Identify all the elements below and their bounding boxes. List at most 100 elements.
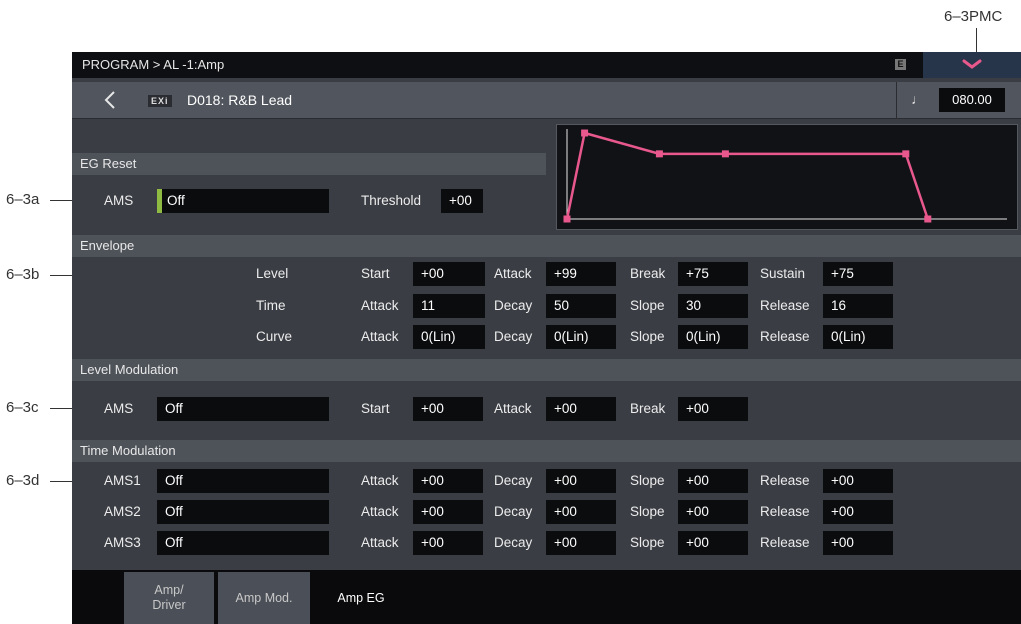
envelope-param-field[interactable]: 16 — [823, 294, 893, 318]
section-level-mod-title: Level Modulation — [80, 362, 179, 377]
envelope-param-field[interactable]: 0(Lin) — [413, 325, 485, 349]
level-mod-param-label: Attack — [494, 401, 532, 416]
envelope-param-label: Decay — [494, 329, 533, 344]
tempo-field[interactable]: 080.00 — [939, 88, 1005, 112]
title-bar: PROGRAM > AL -1:Amp E — [72, 52, 1021, 78]
level-mod-ams-label: AMS — [104, 401, 134, 416]
level-mod-param-field[interactable]: +00 — [413, 397, 483, 421]
time-mod-param-label: Slope — [630, 535, 665, 550]
callout-6-3a: 6–3a — [6, 191, 40, 208]
section-envelope: Envelope — [72, 235, 1021, 257]
threshold-field[interactable]: +00 — [441, 189, 483, 213]
time-mod-param-label: Attack — [361, 473, 399, 488]
program-bar: EXi D018: R&B Lead ♩ 080.00 — [72, 82, 1021, 119]
time-mod-param-label: Release — [760, 473, 810, 488]
time-mod-param-label: Release — [760, 535, 810, 550]
callout-6-3d: 6–3d — [6, 472, 40, 489]
envelope-graph-svg — [563, 129, 1007, 223]
tempo-area: ♩ 080.00 — [896, 82, 1021, 118]
time-mod-param-label: Decay — [494, 473, 533, 488]
tab-amp-eg-label: Amp EG — [337, 590, 385, 605]
callout-6-3b: 6–3b — [6, 266, 40, 283]
time-mod-param-label: Decay — [494, 535, 533, 550]
back-arrow-icon[interactable] — [104, 90, 116, 110]
envelope-param-field[interactable]: +75 — [678, 262, 748, 286]
envelope-node[interactable] — [655, 150, 663, 158]
time-mod-param-field[interactable]: +00 — [546, 500, 616, 524]
time-mod-ams-field[interactable]: Off — [157, 531, 329, 555]
tab-amp-driver[interactable]: Amp/Driver — [124, 572, 214, 624]
time-mod-param-field[interactable]: +00 — [413, 469, 483, 493]
section-time-mod-title: Time Modulation — [80, 443, 176, 458]
envelope-param-field[interactable]: 0(Lin) — [546, 325, 616, 349]
envelope-param-field[interactable]: 0(Lin) — [823, 325, 893, 349]
time-mod-ams-field[interactable]: Off — [157, 500, 329, 524]
time-mod-param-field[interactable]: +00 — [546, 531, 616, 555]
envelope-graph — [556, 124, 1018, 230]
time-mod-ams-label: AMS1 — [104, 473, 141, 488]
envelope-param-field[interactable]: 30 — [678, 294, 748, 318]
time-mod-param-label: Attack — [361, 504, 399, 519]
time-mod-param-label: Release — [760, 504, 810, 519]
tab-amp-driver-line1: Amp/ — [154, 583, 184, 597]
time-mod-param-field[interactable]: +00 — [678, 469, 748, 493]
envelope-param-label: Break — [630, 266, 666, 281]
program-name[interactable]: D018: R&B Lead — [187, 92, 292, 108]
time-mod-ams-field[interactable]: Off — [157, 469, 329, 493]
section-level-mod: Level Modulation — [72, 359, 1021, 381]
time-mod-param-field[interactable]: +00 — [823, 469, 893, 493]
envelope-node[interactable] — [924, 215, 932, 223]
envelope-param-field[interactable]: 0(Lin) — [678, 325, 748, 349]
tab-amp-mod-label: Amp Mod. — [235, 590, 293, 605]
envelope-param-label: Decay — [494, 298, 533, 313]
section-envelope-title: Envelope — [80, 238, 135, 253]
quarter-note-icon: ♩ — [911, 91, 925, 107]
tab-amp-mod[interactable]: Amp Mod. — [218, 572, 310, 624]
envelope-param-field[interactable]: 50 — [546, 294, 616, 318]
exi-tag: EXi — [148, 95, 172, 107]
envelope-param-label: Sustain — [760, 266, 806, 281]
time-mod-ams-label: AMS2 — [104, 504, 141, 519]
time-mod-param-field[interactable]: +00 — [413, 531, 483, 555]
envelope-node[interactable] — [902, 150, 910, 158]
envelope-param-field[interactable]: +99 — [546, 262, 616, 286]
time-mod-param-field[interactable]: +00 — [413, 500, 483, 524]
envelope-param-field[interactable]: +00 — [413, 262, 485, 286]
synth-screen: PROGRAM > AL -1:Amp E EXi D018: R&B Lead… — [72, 52, 1021, 624]
envelope-node[interactable] — [563, 215, 571, 223]
section-time-mod: Time Modulation — [72, 440, 1021, 462]
tab-amp-eg[interactable]: Amp EG — [314, 572, 408, 624]
e-badge: E — [895, 59, 906, 70]
envelope-param-label: Attack — [361, 329, 399, 344]
tab-bar: Amp/Driver Amp Mod. Amp EG — [72, 570, 1021, 624]
envelope-param-label: Attack — [494, 266, 532, 281]
time-mod-param-label: Slope — [630, 473, 665, 488]
breadcrumb: PROGRAM > AL -1:Amp — [82, 57, 225, 72]
time-mod-param-field[interactable]: +00 — [546, 469, 616, 493]
time-mod-param-field[interactable]: +00 — [823, 531, 893, 555]
envelope-param-label: Attack — [361, 298, 399, 313]
envelope-node[interactable] — [721, 150, 729, 158]
envelope-node[interactable] — [581, 129, 589, 137]
eg-reset-ams-field[interactable]: Off — [157, 189, 329, 213]
time-mod-param-label: Slope — [630, 504, 665, 519]
time-mod-param-field[interactable]: +00 — [823, 500, 893, 524]
page-menu-button[interactable] — [923, 52, 1021, 78]
chevron-down-icon — [962, 59, 982, 69]
time-mod-ams-label: AMS3 — [104, 535, 141, 550]
envelope-param-field[interactable]: 11 — [413, 294, 485, 318]
time-mod-param-field[interactable]: +00 — [678, 500, 748, 524]
level-mod-ams-field[interactable]: Off — [157, 397, 329, 421]
envelope-param-label: Start — [361, 266, 390, 281]
envelope-param-label: Release — [760, 329, 810, 344]
envelope-param-field[interactable]: +75 — [823, 262, 893, 286]
envelope-curve — [565, 131, 929, 220]
eg-reset-ams-label: AMS — [104, 193, 134, 208]
time-mod-param-field[interactable]: +00 — [678, 531, 748, 555]
level-mod-param-field[interactable]: +00 — [678, 397, 748, 421]
section-eg-reset-title: EG Reset — [80, 156, 137, 171]
tab-amp-driver-line2: Driver — [152, 598, 186, 612]
level-mod-param-field[interactable]: +00 — [546, 397, 616, 421]
level-mod-param-label: Start — [361, 401, 390, 416]
envelope-param-label: Release — [760, 298, 810, 313]
